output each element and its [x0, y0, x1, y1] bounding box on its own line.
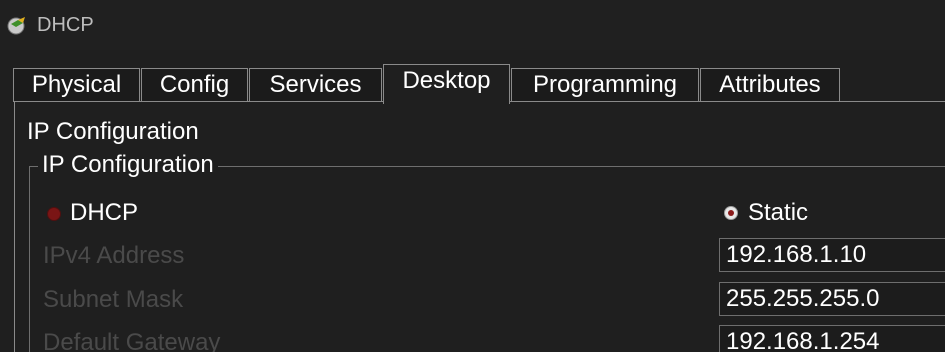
group-title: IP Configuration	[38, 151, 218, 179]
subnet-mask-input[interactable]: 255.255.255.0	[719, 282, 945, 316]
dhcp-radio-label[interactable]: DHCP	[70, 199, 138, 227]
static-radio-label[interactable]: Static	[748, 199, 808, 227]
tab-services[interactable]: Services	[249, 68, 382, 102]
tab-attributes[interactable]: Attributes	[700, 68, 840, 102]
tab-programming[interactable]: Programming	[511, 68, 699, 102]
ipv4-address-label: IPv4 Address	[43, 242, 185, 269]
default-gateway-input[interactable]: 192.168.1.254	[719, 325, 945, 352]
tab-desktop[interactable]: Desktop	[383, 64, 510, 104]
router-icon	[7, 17, 25, 35]
page-title: IP Configuration	[27, 118, 199, 145]
tab-bar: Physical Config Services Desktop Program…	[0, 50, 945, 104]
dhcp-radio[interactable]	[47, 207, 61, 221]
radio-selected-dot	[728, 210, 734, 216]
tab-physical[interactable]: Physical	[13, 68, 140, 102]
subnet-mask-label: Subnet Mask	[43, 286, 184, 313]
title-bar: DHCP	[0, 0, 945, 50]
default-gateway-label: Default Gateway	[43, 329, 221, 352]
window-title: DHCP	[37, 14, 94, 36]
static-radio[interactable]	[724, 206, 738, 220]
ipv4-address-input[interactable]: 192.168.1.10	[719, 238, 945, 272]
tab-config[interactable]: Config	[141, 68, 248, 102]
